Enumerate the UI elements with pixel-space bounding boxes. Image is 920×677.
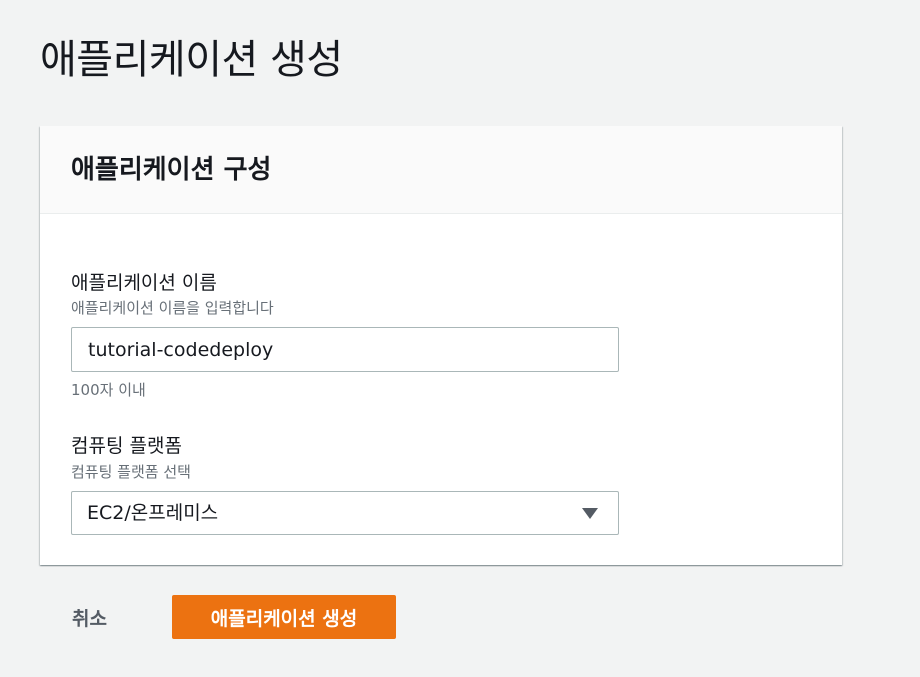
cancel-button[interactable]: 취소 (56, 595, 123, 639)
compute-platform-description: 컴퓨팅 플랫폼 선택 (71, 463, 191, 481)
application-name-input[interactable] (71, 327, 619, 372)
compute-platform-select[interactable]: EC2/온프레미스 (71, 491, 619, 535)
application-name-label: 애플리케이션 이름 (71, 272, 217, 294)
application-name-description: 애플리케이션 이름을 입력합니다 (71, 299, 274, 317)
compute-platform-label: 컴퓨팅 플랫폼 (71, 435, 182, 457)
create-application-button[interactable]: 애플리케이션 생성 (172, 595, 396, 639)
panel-title: 애플리케이션 구성 (71, 155, 272, 185)
compute-platform-selected-value: EC2/온프레미스 (87, 502, 219, 524)
application-name-constraint: 100자 이내 (71, 381, 146, 399)
page-title: 애플리케이션 생성 (40, 37, 343, 83)
application-configuration-panel: 애플리케이션 구성 애플리케이션 이름 애플리케이션 이름을 입력합니다 100… (40, 126, 842, 565)
caret-down-icon (582, 508, 598, 519)
